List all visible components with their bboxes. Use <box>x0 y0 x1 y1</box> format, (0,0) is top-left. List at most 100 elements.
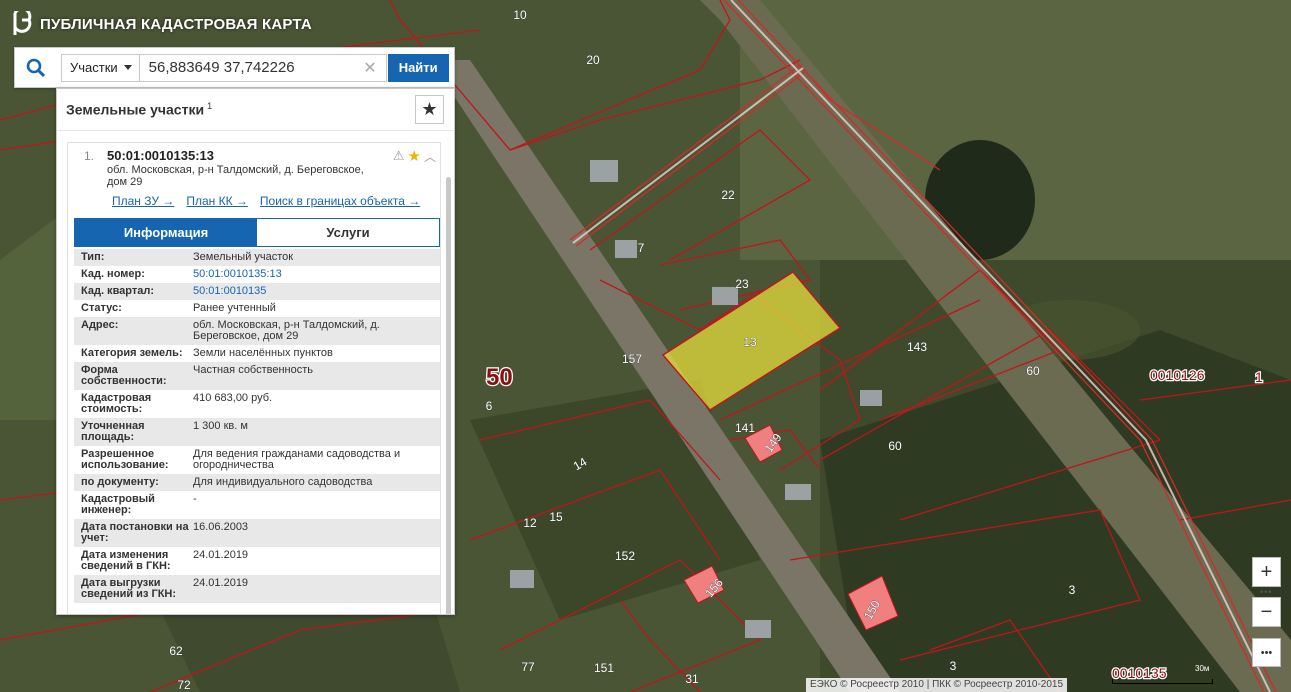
info-value: 410 683,00 руб. <box>193 392 273 404</box>
result-card[interactable]: 1. 50:01:0010135:13 обл. Московская, р-н… <box>67 142 441 614</box>
favorite-star-icon[interactable]: ★ <box>408 147 421 165</box>
info-key: Кад. квартал: <box>81 285 155 297</box>
search-type-label: Участки <box>70 60 118 75</box>
parcel-label: 22 <box>721 188 735 202</box>
info-value: 16.06.2003 <box>193 521 249 533</box>
panel-header: Земельные участки 1 ★ <box>57 89 454 131</box>
cad-number-title: 50:01:0010135:13 <box>107 148 214 163</box>
parcel-label: 3 <box>1069 583 1076 597</box>
parcel-label: 13 <box>743 335 757 349</box>
info-row: Дата постановки на учет: 16.06.2003 <box>74 519 440 547</box>
info-row: Кад. номер: 50:01:0010135:13 <box>74 266 440 283</box>
cad-number-link[interactable]: 50:01:0010135:13 <box>193 269 440 280</box>
info-key: Адрес: <box>81 319 119 331</box>
clear-icon[interactable]: ✕ <box>363 58 376 78</box>
info-key: Разрешенное использование: <box>81 448 169 471</box>
tab-services[interactable]: Услуги <box>257 219 439 246</box>
info-key: Категория земель: <box>81 347 183 359</box>
more-dots-icon: ••• <box>1260 646 1273 659</box>
info-row: Разрешенное использование: Для ведения гр… <box>74 446 440 474</box>
tab-info[interactable]: Информация <box>75 219 257 246</box>
info-row: Категория земель: Земли населённых пункто… <box>74 345 440 362</box>
plan-kk-link[interactable]: План КК → <box>186 194 248 208</box>
parcel-label: 157 <box>622 352 642 366</box>
scrollbar[interactable] <box>446 177 451 614</box>
parcel-label: 141 <box>735 421 755 435</box>
find-button[interactable]: Найти <box>387 53 449 82</box>
zoom-slider-handle[interactable]: ••• <box>1260 587 1272 597</box>
rosreestr-logo-icon <box>13 11 32 35</box>
parcel-label: 15 <box>549 510 563 524</box>
chevron-up-icon[interactable]: ︿ <box>424 148 436 165</box>
result-address: обл. Московская, р-н Талдомский, д. Бере… <box>107 164 364 188</box>
search-bar: Участки 56,883649 37,742226 ✕ Найти <box>14 47 455 88</box>
panel-title: Земельные участки 1 <box>66 101 213 118</box>
info-row: Кадастровая стоимость: 410 683,00 руб. <box>74 390 440 418</box>
results-panel: Земельные участки 1 ★ 1. 50:01:0010135:13… <box>56 88 455 615</box>
info-key: Уточненная площадь: <box>81 420 145 443</box>
info-key: Кадастровая стоимость: <box>81 392 152 415</box>
parcel-label: 62 <box>169 644 183 658</box>
search-in-bounds-link[interactable]: Поиск в границах объекта → <box>260 194 420 208</box>
info-row: Адрес: обл. Московская, р-н Талдомский, д… <box>74 317 440 345</box>
info-key: Кадастровый инженер: <box>81 493 155 516</box>
info-row: Тип: Земельный участок <box>74 249 440 266</box>
card-tabs: Информация Услуги <box>74 218 440 247</box>
info-value: Земельный участок <box>193 251 294 263</box>
parcel-label: 12 <box>523 516 537 530</box>
app-header: ПУБЛИЧНАЯ КАДАСТРОВАЯ КАРТА <box>12 10 312 38</box>
info-value: Частная собственность <box>193 364 314 376</box>
parcel-label: 10 <box>513 8 527 22</box>
parcel-label: 151 <box>594 661 614 675</box>
zoom-in-button[interactable]: + <box>1252 557 1281 587</box>
parcel-label: 6 <box>486 399 493 413</box>
parcel-label: 60 <box>1026 364 1040 378</box>
scale-bar <box>1112 679 1213 684</box>
parcel-label: 3 <box>950 659 957 673</box>
scale-text: 30м <box>1195 664 1210 673</box>
quarter-label: 1 <box>1255 369 1263 385</box>
result-index: 1. <box>84 149 95 163</box>
parcel-label: 20 <box>586 53 600 67</box>
info-table: Тип: Земельный участок Кад. номер: 50:01:0… <box>74 249 440 603</box>
info-key: Дата выгрузки сведений из ГКН: <box>81 577 177 600</box>
info-row: по документу: Для индивидуального садовод… <box>74 474 440 491</box>
more-tools-button[interactable]: ••• <box>1252 638 1281 667</box>
zoom-out-button[interactable]: − <box>1252 597 1281 627</box>
plan-zu-link[interactable]: План ЗУ → <box>112 194 174 208</box>
info-value: Для индивидуального садоводства <box>193 476 373 488</box>
map-attribution: ЕЭКО © Росреестр 2010 | ПКК © Росреестр … <box>806 678 1068 692</box>
parcel-label: 7 <box>638 241 645 255</box>
parcel-label: 23 <box>735 277 749 291</box>
info-row: Форма собственности: Частная собственност… <box>74 362 440 390</box>
app-title: ПУБЛИЧНАЯ КАДАСТРОВАЯ КАРТА <box>40 15 312 33</box>
search-input[interactable]: 56,883649 37,742226 ✕ <box>139 53 387 82</box>
cad-quarter-link[interactable]: 50:01:0010135 <box>193 286 440 297</box>
info-value: Для ведения гражданами садоводства и ого… <box>193 448 401 471</box>
region-label: 50 <box>486 364 513 391</box>
parcel-label: 143 <box>907 340 927 354</box>
info-row: Статус: Ранее учтенный <box>74 300 440 317</box>
search-type-select[interactable]: Участки <box>61 53 140 82</box>
chevron-down-icon <box>123 65 132 70</box>
info-key: Дата постановки на учет: <box>81 521 189 544</box>
info-value: Ранее учтенный <box>193 302 276 314</box>
info-key: Статус: <box>81 302 122 314</box>
info-row: Уточненная площадь: 1 300 кв. м <box>74 418 440 446</box>
favorites-button[interactable]: ★ <box>415 95 444 124</box>
parcel-label: 77 <box>521 660 535 674</box>
info-key: Кад. номер: <box>81 268 145 280</box>
parcel-label: 72 <box>177 678 191 692</box>
warning-icon[interactable]: ⚠ <box>393 148 405 164</box>
info-key: Тип: <box>81 251 105 263</box>
info-value: обл. Московская, р-н Талдомский, д. Бере… <box>193 319 380 342</box>
card-links: План ЗУ → План КК → Поиск в границах объ… <box>112 194 420 208</box>
info-value: 1 300 кв. м <box>193 420 248 432</box>
parcel-label: 60 <box>888 439 902 453</box>
info-key: Форма собственности: <box>81 364 167 387</box>
results-scroll-area[interactable]: 1. 50:01:0010135:13 обл. Московская, р-н… <box>57 131 454 614</box>
info-row: Дата выгрузки сведений из ГКН: 24.01.2019 <box>74 575 440 603</box>
info-row: Кад. квартал: 50:01:0010135 <box>74 283 440 300</box>
info-value: 24.01.2019 <box>193 549 249 561</box>
search-icon[interactable] <box>15 48 56 88</box>
